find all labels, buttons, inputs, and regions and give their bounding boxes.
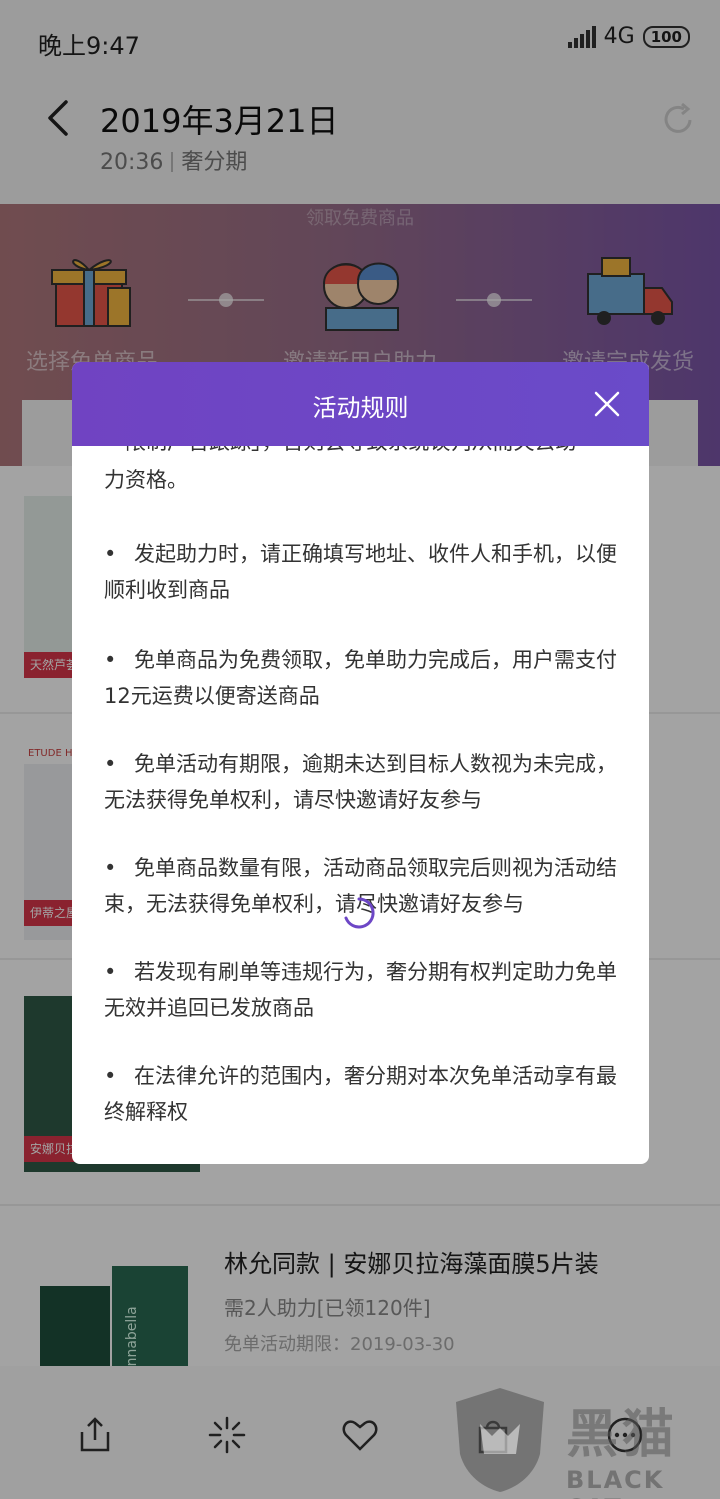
rule-item: • 免单活动有期限，逾期未达到目标人数视为未完成，无法获得免单权利，请尽快邀请好友… (104, 752, 617, 812)
modal-title: 活动规则 (312, 394, 409, 422)
rule-text-partial: 「限制广告跟踪」，否则会导致系统误判从而失去助 (104, 446, 624, 460)
loading-spinner-icon (344, 897, 375, 929)
rule-item: • 发起助力时，请正确填写地址、收件人和手机，以便顺利收到商品 (104, 542, 617, 602)
black-cat-logo-icon (456, 1388, 544, 1492)
rule-text-continued: 力资格。 (104, 468, 188, 492)
close-icon[interactable] (593, 390, 621, 418)
rule-item: • 在法律允许的范围内，奢分期对本次免单活动享有最终解释权 (104, 1064, 617, 1124)
watermark-cn: 黑猫 (566, 1405, 679, 1465)
rules-modal: 活动规则 「限制广告跟踪」，否则会导致系统误判从而失去助 力资格。 •发起助力时… (72, 362, 649, 1164)
watermark-en: BLACK CAT (566, 1466, 665, 1499)
rule-item: • 免单商品为免费领取，免单助力完成后，用户需支付12元运费以便寄送商品 (104, 648, 617, 708)
rule-item: • 若发现有刷单等违规行为，奢分期有权判定助力免单无效并追回已发放商品 (104, 960, 617, 1020)
modal-header: 活动规则 (72, 362, 649, 446)
modal-body[interactable]: 「限制广告跟踪」，否则会导致系统误判从而失去助 力资格。 •发起助力时，请正确填… (72, 446, 649, 1164)
